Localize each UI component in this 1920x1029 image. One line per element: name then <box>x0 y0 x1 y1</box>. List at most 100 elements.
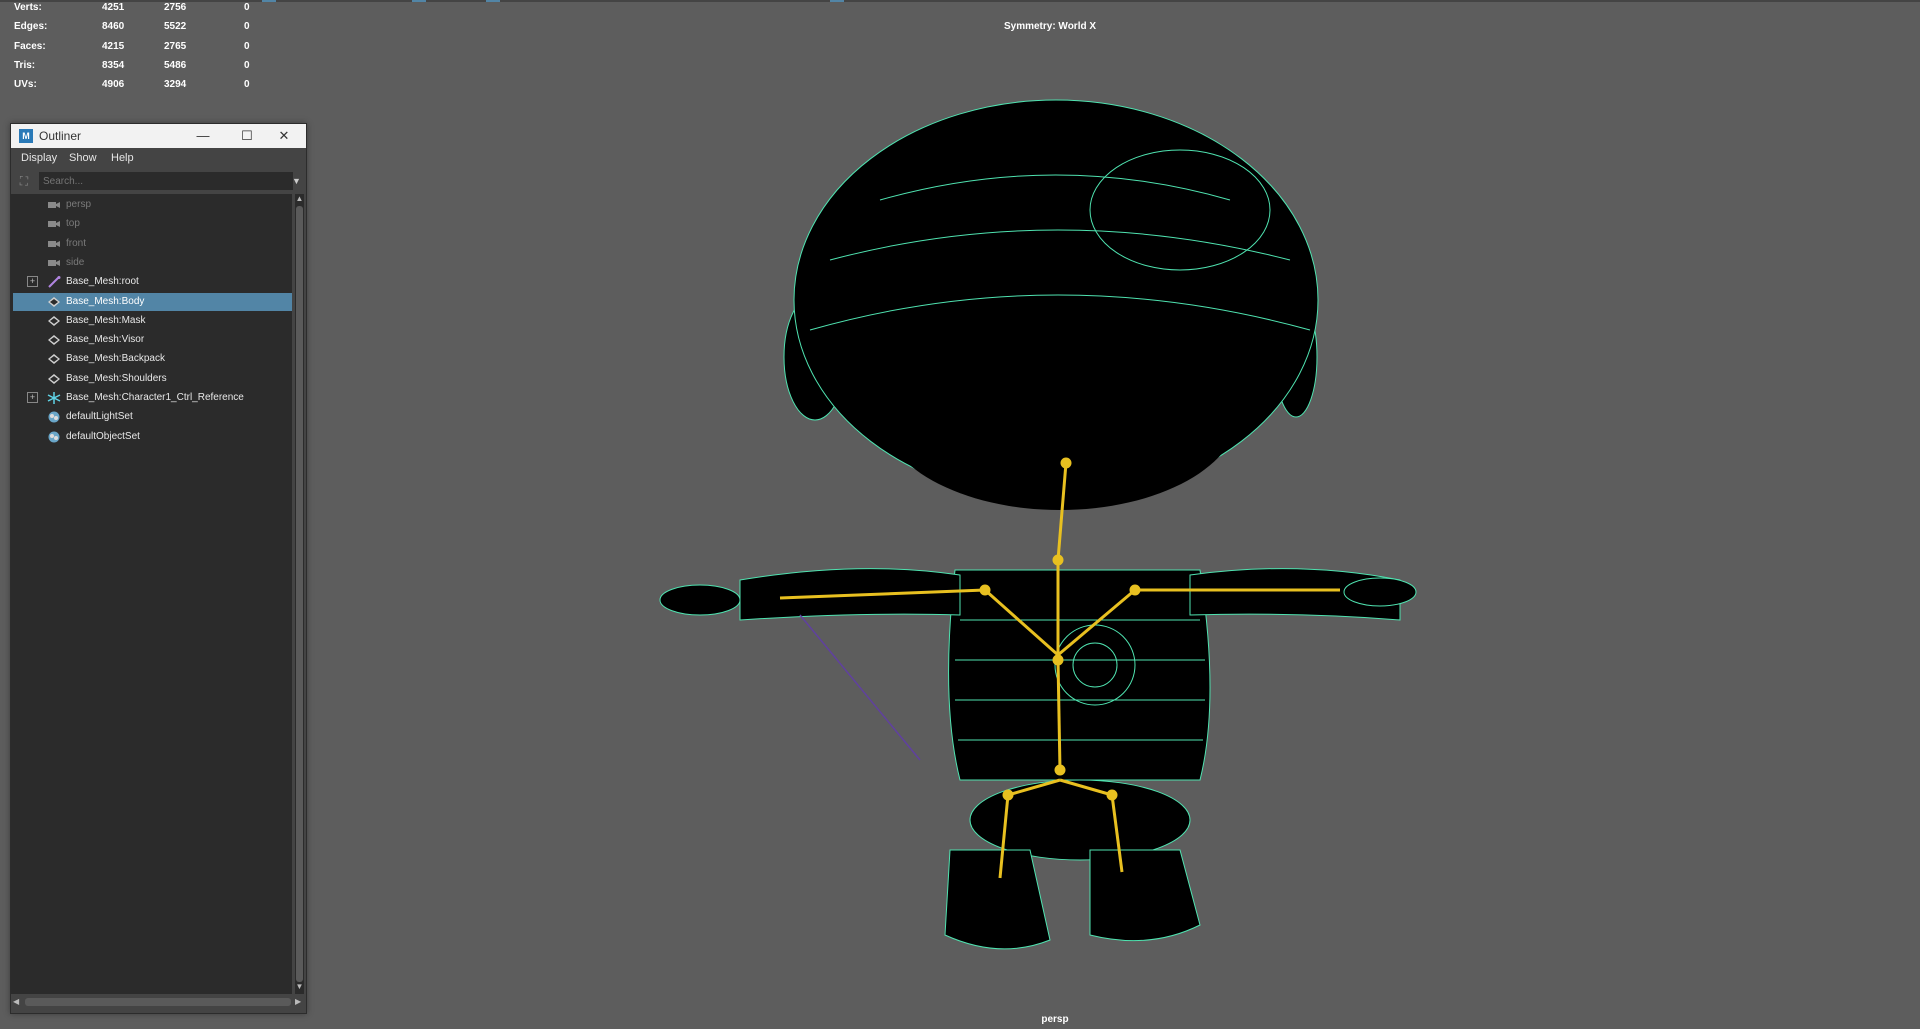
outliner-item-label: Base_Mesh:Shoulders <box>66 372 167 384</box>
camera-name-label: persp <box>1041 1014 1069 1025</box>
torso-mesh <box>948 569 1211 781</box>
horizontal-scrollbar[interactable]: ◀ ▶ <box>11 996 306 1008</box>
menu-show[interactable]: Show <box>69 152 97 164</box>
hud-label: Tris: <box>14 59 36 71</box>
outliner-item[interactable]: + Base_Mesh:root <box>13 273 292 291</box>
minimize-button[interactable]: — <box>181 124 225 148</box>
outliner-item-label: defaultLightSet <box>66 411 133 423</box>
outliner-item[interactable]: persp <box>13 196 292 214</box>
outliner-window[interactable]: M Outliner — ☐ ✕ Display Show Help ⛶ ▼ p… <box>10 123 307 1014</box>
left-shoulder-joint <box>979 584 991 596</box>
menu-help[interactable]: Help <box>111 152 134 164</box>
camera-icon <box>47 199 61 211</box>
hud-label: Verts: <box>14 2 42 13</box>
outliner-item-label: Base_Mesh:Backpack <box>66 353 165 365</box>
scroll-up-arrow[interactable]: ▲ <box>295 194 304 204</box>
expand-toggle[interactable]: + <box>27 392 38 403</box>
outliner-item[interactable]: Base_Mesh:Mask <box>13 312 292 330</box>
hud-label: Edges: <box>14 21 48 33</box>
scroll-thumb[interactable] <box>25 998 291 1006</box>
hud-label: UVs: <box>14 79 37 91</box>
mesh-icon <box>47 296 61 308</box>
hud-value: 0 <box>244 2 250 13</box>
outliner-item[interactable]: defaultObjectSet <box>13 428 292 446</box>
left-hand-mesh <box>659 584 741 616</box>
outliner-item[interactable]: top <box>13 215 292 233</box>
scroll-thumb[interactable] <box>296 206 303 982</box>
outliner-item[interactable]: Base_Mesh:Visor <box>13 331 292 349</box>
outliner-item-label: persp <box>66 199 92 210</box>
hud-value: 2756 <box>164 2 187 13</box>
character-wireframe[interactable] <box>659 99 1417 950</box>
outliner-tree[interactable]: persp top front side + Base_Mesh:root Base_Mes… <box>11 194 292 994</box>
mesh-icon <box>47 315 61 327</box>
set-icon <box>47 431 61 443</box>
window-title: Outliner <box>39 129 82 143</box>
maya-app-icon: M <box>19 129 33 143</box>
vertical-scrollbar[interactable]: ▲ ▼ <box>295 194 304 994</box>
outliner-item-label: Base_Mesh:root <box>66 276 139 288</box>
spine-lower-bone <box>1056 659 1062 771</box>
hud-value: 0 <box>244 79 250 91</box>
hud-value: 8460 <box>102 21 125 33</box>
hud-value: 5522 <box>164 21 187 33</box>
chest-joint <box>1052 654 1064 666</box>
mesh-icon <box>47 334 61 346</box>
hud-value: 0 <box>244 40 250 52</box>
outliner-titlebar[interactable]: M Outliner — ☐ ✕ <box>11 124 306 148</box>
outliner-menubar: Display Show Help <box>11 148 306 168</box>
visor-mesh <box>880 310 1240 510</box>
search-row: ⛶ ▼ <box>11 171 306 191</box>
outliner-item[interactable]: Base_Mesh:Shoulders <box>13 370 292 388</box>
hik-reference-icon <box>47 392 61 404</box>
hud-value: 0 <box>244 59 250 71</box>
mesh-icon <box>47 373 61 385</box>
filter-icon[interactable]: ⛶ <box>17 174 31 188</box>
hud-value: 4251 <box>102 2 125 13</box>
camera-icon <box>47 218 61 230</box>
search-options-dropdown[interactable]: ▼ <box>292 175 304 187</box>
outliner-item-label: Base_Mesh:Body <box>66 295 145 307</box>
hud-value: 8354 <box>102 59 125 71</box>
outliner-item[interactable]: Base_Mesh:Backpack <box>13 350 292 368</box>
outliner-item[interactable]: defaultLightSet <box>13 408 292 426</box>
hud-value: 5486 <box>164 59 187 71</box>
search-input[interactable] <box>39 172 293 190</box>
right-shoulder-joint <box>1129 584 1141 596</box>
outliner-item-label: defaultObjectSet <box>66 430 140 442</box>
scroll-right-arrow[interactable]: ▶ <box>295 996 301 1008</box>
scroll-down-arrow[interactable]: ▼ <box>295 982 304 992</box>
outliner-item[interactable]: side <box>13 254 292 272</box>
camera-icon <box>47 238 61 250</box>
camera-icon <box>47 257 61 269</box>
outliner-item-label: side <box>66 256 85 268</box>
outliner-item[interactable]: front <box>13 235 292 253</box>
set-icon <box>47 411 61 423</box>
outliner-item[interactable]: + Base_Mesh:Character1_Ctrl_Reference <box>13 389 292 407</box>
hips-joint <box>1054 764 1066 776</box>
right-leg-mesh <box>1089 849 1201 942</box>
right-hand-mesh <box>1343 577 1417 607</box>
symmetry-indicator: Symmetry: World X <box>1003 21 1097 32</box>
scroll-left-arrow[interactable]: ◀ <box>13 996 19 1008</box>
hud-value: 0 <box>244 21 250 33</box>
head-joint <box>1060 457 1072 469</box>
expand-toggle[interactable]: + <box>27 276 38 288</box>
hud-value: 2765 <box>164 40 187 52</box>
outliner-item-label: front <box>66 237 87 249</box>
close-button[interactable]: ✕ <box>262 124 306 148</box>
outliner-item-label: Base_Mesh:Character1_Ctrl_Reference <box>66 392 244 403</box>
hud-value: 3294 <box>164 79 187 91</box>
outliner-item-label: top <box>66 218 80 230</box>
hud-value: 4906 <box>102 79 125 91</box>
outliner-item-label: Base_Mesh:Visor <box>66 334 145 346</box>
ik-pole-line <box>799 614 921 761</box>
hud-value: 4215 <box>102 40 125 52</box>
left-hip-joint <box>1002 789 1014 801</box>
joint-icon <box>47 276 61 288</box>
outliner-item[interactable]: Base_Mesh:Body <box>13 292 292 311</box>
menu-display[interactable]: Display <box>21 152 57 164</box>
mesh-icon <box>47 353 61 365</box>
right-hip-joint <box>1106 789 1118 801</box>
hud-label: Faces: <box>14 40 46 52</box>
